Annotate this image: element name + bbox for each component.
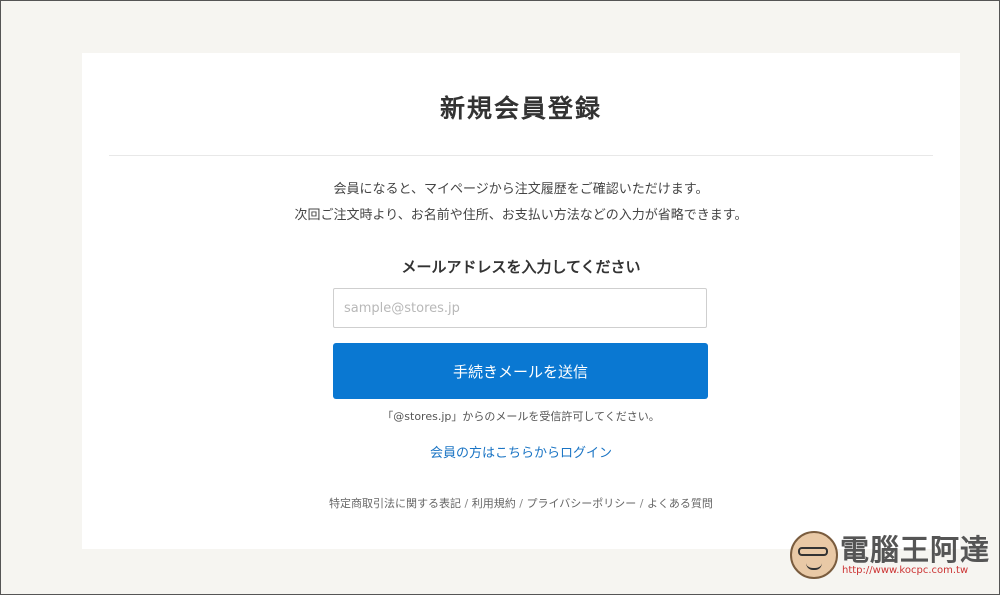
watermark-logo: 電腦王阿達 http://www.kocpc.com.tw — [790, 525, 990, 587]
footer-links: 特定商取引法に関する表記 / 利用規約 / プライバシーポリシー / よくある質… — [82, 495, 960, 511]
email-permission-note: 「@stores.jp」からのメールを受信許可してください。 — [382, 410, 660, 423]
footer-link-tokushoho[interactable]: 特定商取引法に関する表記 — [329, 497, 461, 510]
send-email-button[interactable]: 手続きメールを送信 — [333, 343, 708, 399]
page-title: 新規会員登録 — [439, 94, 602, 123]
login-link-wrapper: 会員の方はこちらからログイン — [82, 442, 960, 461]
description: 会員になると、マイページから注文履歴をご確認いただけます。 次回ご注文時より、お… — [82, 177, 960, 229]
footer-separator: / — [515, 497, 527, 510]
footer-link-faq[interactable]: よくある質問 — [647, 497, 713, 510]
footer-separator: / — [636, 497, 647, 510]
signup-card: 新規会員登録 会員になると、マイページから注文履歴をご確認いただけます。 次回ご… — [82, 53, 960, 549]
mascot-face-icon — [790, 531, 838, 579]
title-divider — [109, 155, 933, 156]
watermark-url: http://www.kocpc.com.tw — [842, 565, 969, 576]
footer-link-terms[interactable]: 利用規約 — [472, 497, 516, 510]
watermark-name: 電腦王阿達 — [840, 533, 991, 567]
email-label: メールアドレスを入力してください — [401, 258, 641, 276]
description-line: 次回ご注文時より、お名前や住所、お支払い方法などの入力が省略できます。 — [294, 208, 748, 223]
login-link[interactable]: 会員の方はこちらからログイン — [430, 446, 612, 461]
footer-separator: / — [461, 497, 472, 510]
email-input[interactable] — [333, 288, 707, 328]
description-line: 会員になると、マイページから注文履歴をご確認いただけます。 — [333, 182, 709, 197]
footer-link-privacy[interactable]: プライバシーポリシー — [526, 497, 636, 510]
